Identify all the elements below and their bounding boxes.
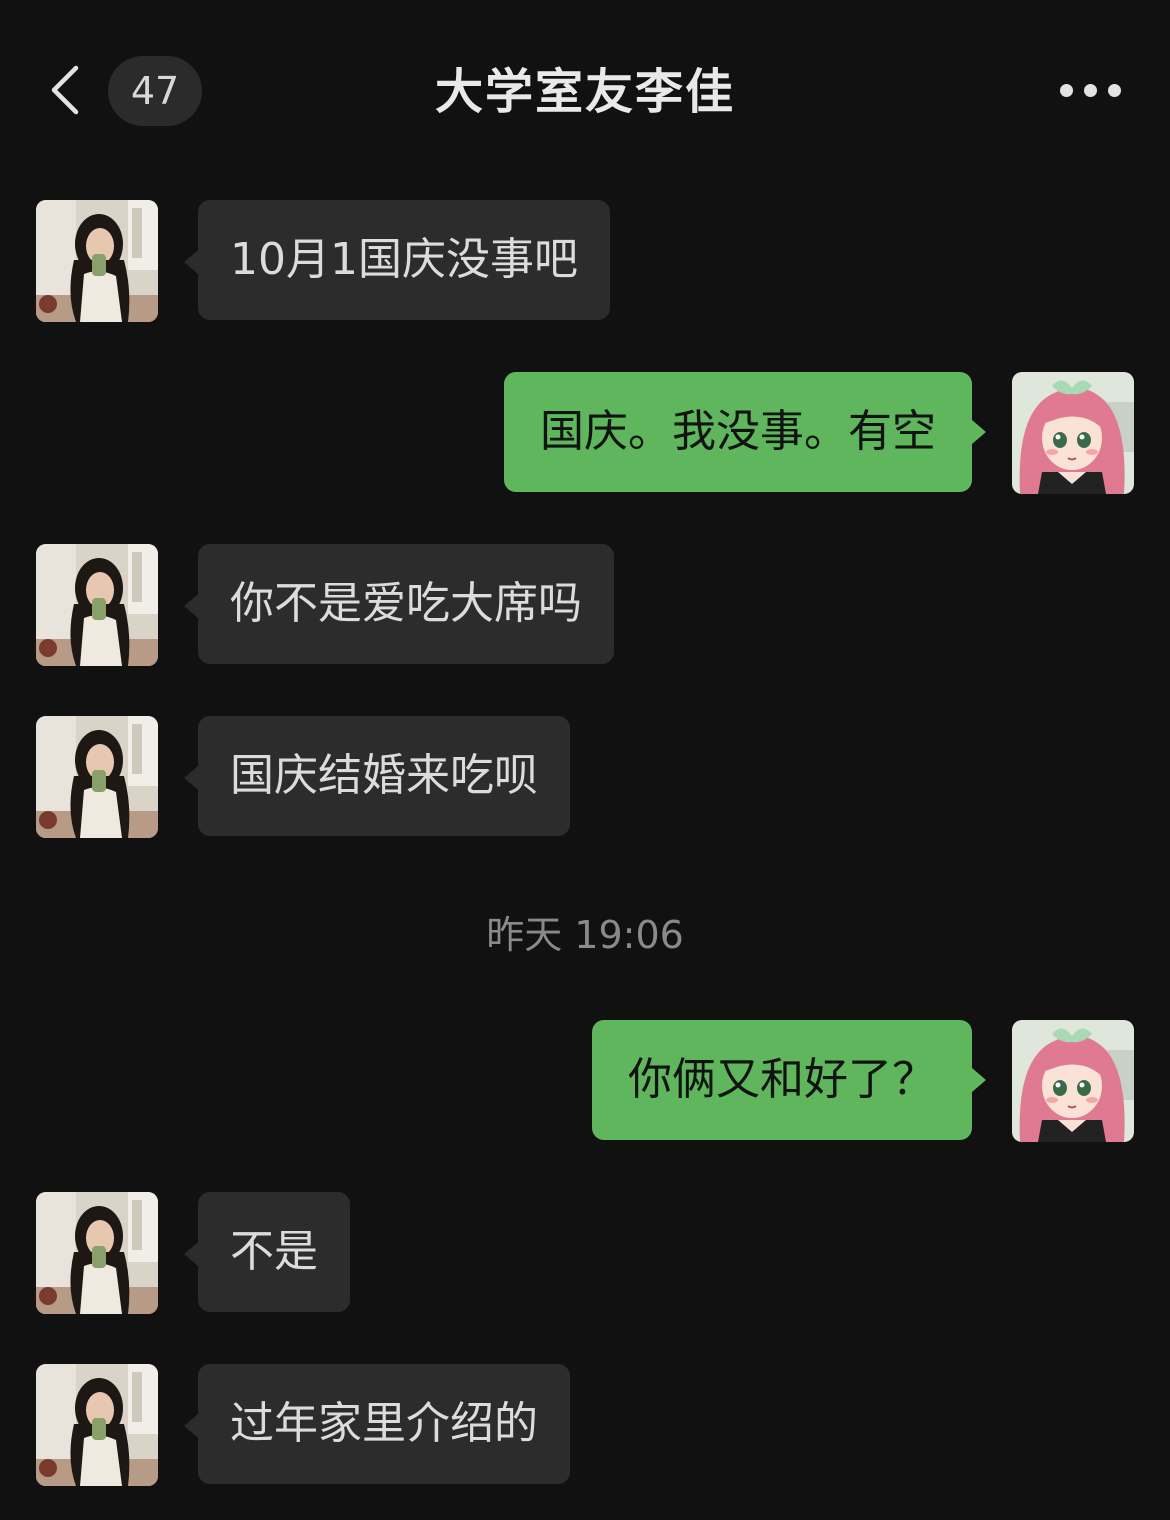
ellipsis-icon	[1060, 84, 1073, 97]
message-bubble-incoming[interactable]: 不是	[184, 1192, 350, 1312]
contact-avatar[interactable]	[36, 1192, 158, 1314]
chevron-left-icon	[51, 65, 79, 115]
message-bubble-incoming[interactable]: 国庆结婚来吃呗	[184, 716, 570, 836]
message-row-incoming: 不是	[0, 1192, 1170, 1316]
unread-count-badge[interactable]: 47	[108, 56, 202, 126]
message-row-outgoing: 你俩又和好了？	[0, 1020, 1170, 1144]
message-row-outgoing: 国庆。我没事。有空	[0, 372, 1170, 496]
message-bubble-outgoing[interactable]: 你俩又和好了？	[592, 1020, 986, 1140]
contact-avatar[interactable]	[36, 544, 158, 666]
my-avatar[interactable]	[1012, 372, 1134, 494]
message-row-incoming: 你不是爱吃大席吗	[0, 544, 1170, 668]
chat-header: 47 大学室友李佳	[0, 0, 1170, 180]
my-avatar[interactable]	[1012, 1020, 1134, 1142]
contact-avatar[interactable]	[36, 716, 158, 838]
message-bubble-incoming[interactable]: 10月1国庆没事吧	[184, 200, 610, 320]
message-row-incoming: 10月1国庆没事吧	[0, 200, 1170, 324]
message-bubble-outgoing[interactable]: 国庆。我没事。有空	[504, 372, 986, 492]
message-bubble-incoming[interactable]: 你不是爱吃大席吗	[184, 544, 614, 664]
message-bubble-incoming[interactable]: 过年家里介绍的	[184, 1364, 570, 1484]
message-timestamp: 昨天 19:06	[486, 913, 684, 957]
chat-screen: 47 大学室友李佳 10月1国庆没事吧 国庆。我没事。有空 你不是爱吃大席吗 国…	[0, 0, 1170, 1520]
message-row-incoming: 过年家里介绍的	[0, 1364, 1170, 1488]
back-button[interactable]	[40, 60, 90, 120]
contact-avatar[interactable]	[36, 200, 158, 322]
contact-avatar[interactable]	[36, 1364, 158, 1486]
more-options-button[interactable]	[1050, 72, 1130, 112]
message-row-incoming: 国庆结婚来吃呗	[0, 716, 1170, 840]
